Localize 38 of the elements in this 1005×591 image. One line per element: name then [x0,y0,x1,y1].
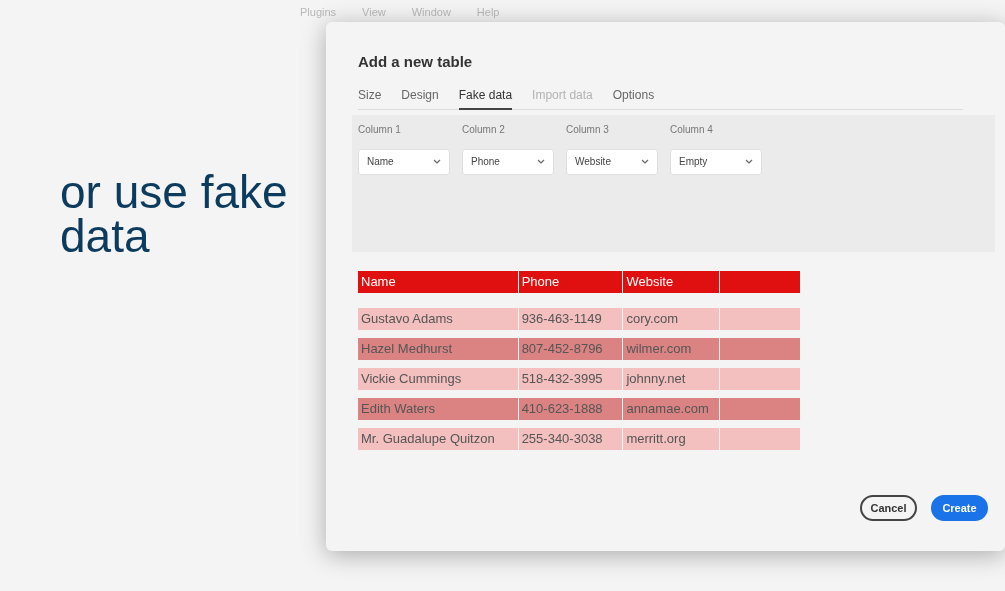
create-button[interactable]: Create [931,495,988,521]
field-label: Column 4 [670,122,714,136]
dropdown[interactable]: Phone [462,148,554,175]
field-label: Column 3 [566,122,610,136]
dropdown[interactable]: Website [566,148,658,175]
field-label: Column 1 [358,122,402,136]
chevron-down-icon [433,159,441,164]
table-cell: wilmer.com [623,337,720,360]
table-cell: merritt.org [623,427,720,450]
chevron-down-icon [745,159,753,164]
table-cell: 255-340-3038 [518,427,623,450]
header-cell: Name [358,270,518,293]
header-cell: Phone [518,270,623,293]
cancel-button[interactable]: Cancel [860,495,917,521]
chevron-down-icon [537,159,545,164]
table-cell: Gustavo Adams [358,307,518,330]
table-cell: annamae.com [623,397,720,420]
tab[interactable]: Fake data [458,82,513,110]
dialog-title: Add a new table [358,52,474,72]
table-cell: Vickie Cummings [358,367,518,390]
tab[interactable]: Size [358,82,382,110]
table-cell: 518-432-3995 [518,367,623,390]
chevron-down-icon [641,159,649,164]
table-cell: Hazel Medhurst [358,337,518,360]
table-cell: johnny.net [623,367,720,390]
dropdown[interactable]: Empty [670,148,762,175]
table-cell: 807-452-8796 [518,337,623,360]
tab[interactable]: Design [401,82,439,110]
table-cell: 410-623-1888 [518,397,623,420]
table-cell: cory.com [623,307,720,330]
dropdown[interactable]: Name [358,148,450,175]
field-label: Column 2 [462,122,506,136]
table-cell: 936-463-1149 [518,307,623,330]
table-cell: Mr. Guadalupe Quitzon [358,427,518,450]
headline: or use fake data [60,170,289,258]
table-cell: Edith Waters [358,397,518,420]
tab[interactable]: Options [612,82,655,110]
header-cell: Website [623,270,720,293]
